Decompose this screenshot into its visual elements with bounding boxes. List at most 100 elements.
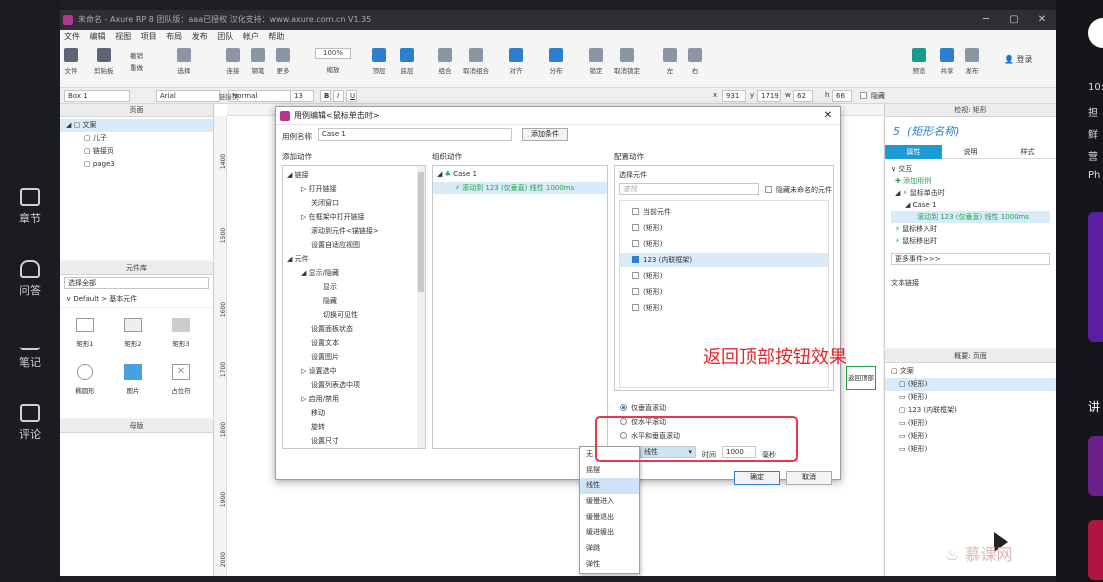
- comments-nav[interactable]: 评论: [8, 404, 52, 442]
- lock-button[interactable]: 锁定: [589, 48, 603, 75]
- zoom-control[interactable]: 100% 缩放: [315, 48, 351, 74]
- page-item[interactable]: ▢ page3: [66, 158, 213, 171]
- connect-button[interactable]: 连接: [226, 48, 240, 75]
- widget-search-input[interactable]: 查找: [619, 183, 759, 195]
- w-input[interactable]: 62: [793, 90, 813, 102]
- menu-view[interactable]: 视图: [115, 32, 131, 41]
- align-button[interactable]: 对齐: [509, 48, 523, 75]
- pen-button[interactable]: 钢笔: [251, 48, 265, 75]
- canvas-tab[interactable]: 链接页: [219, 91, 239, 101]
- anim-option-ease-in[interactable]: 缓慢进入: [580, 494, 639, 510]
- bring-top-button[interactable]: 顶层: [372, 48, 386, 75]
- widget-rect2[interactable]: 矩形2: [118, 318, 148, 348]
- italic-button[interactable]: I: [333, 90, 344, 102]
- widget-ellipse[interactable]: 椭圆形: [70, 364, 100, 395]
- menu-project[interactable]: 项目: [141, 32, 157, 41]
- outline-item[interactable]: ▭ (矩形): [891, 391, 1056, 404]
- widget-option[interactable]: 当前元件: [632, 207, 671, 217]
- bold-button[interactable]: B: [320, 90, 331, 102]
- action-item[interactable]: 显示: [323, 282, 337, 292]
- outline-item[interactable]: ▢ 文案: [891, 365, 1056, 378]
- outline-item[interactable]: ▭ (矩形): [891, 417, 1056, 430]
- menu-publish[interactable]: 发布: [192, 32, 208, 41]
- promo-card[interactable]: [1088, 436, 1103, 496]
- anim-option-bounce[interactable]: 弹跳: [580, 541, 639, 557]
- action-item[interactable]: 滚动到元件<锚链接>: [311, 226, 379, 236]
- page-item[interactable]: ▢ 链接页: [66, 145, 213, 158]
- action-item[interactable]: 设置尺寸: [311, 436, 339, 446]
- ungroup-button[interactable]: 取消组合: [463, 48, 489, 75]
- interaction-section[interactable]: ∨ 交互: [891, 163, 1050, 175]
- share-button[interactable]: 共享: [940, 48, 954, 75]
- widget-option[interactable]: (矩形): [632, 239, 662, 249]
- action-scrollbar[interactable]: [417, 166, 425, 448]
- widget-name-field[interactable]: 5 (矩形名称): [885, 117, 1056, 145]
- widget-option[interactable]: (矩形): [632, 303, 662, 313]
- send-bottom-button[interactable]: 底层: [400, 48, 414, 75]
- action-item[interactable]: ▷ 设置选中: [301, 366, 337, 376]
- action-item[interactable]: 移动: [311, 408, 325, 418]
- outline-item[interactable]: ▢ (矩形): [885, 378, 1056, 391]
- widget-option[interactable]: (矩形): [632, 271, 662, 281]
- action-item[interactable]: ▷ 在框架中打开链接: [301, 212, 365, 222]
- case-node[interactable]: ◢ Case 1: [891, 199, 1050, 211]
- publish-button[interactable]: 发布: [965, 48, 979, 75]
- left-button[interactable]: 左: [663, 48, 677, 75]
- widget-option-selected[interactable]: 123 (内联框架): [620, 253, 828, 267]
- widget-placeholder[interactable]: ✕ 占位符: [166, 364, 196, 395]
- anim-option-swing[interactable]: 摇摆: [580, 463, 639, 479]
- action-item[interactable]: ▷ 打开链接: [301, 184, 337, 194]
- menu-account[interactable]: 帐户: [243, 32, 259, 41]
- dialog-close-icon[interactable]: ✕: [824, 107, 832, 125]
- promo-card[interactable]: [1088, 520, 1103, 580]
- action-item[interactable]: 旋转: [311, 422, 325, 432]
- action-item[interactable]: 设置图片: [311, 352, 339, 362]
- action-item[interactable]: 设置自适应视图: [311, 240, 360, 250]
- menu-team[interactable]: 团队: [217, 32, 233, 41]
- widget-option[interactable]: (矩形): [632, 287, 662, 297]
- preview-button[interactable]: 预览: [912, 48, 926, 75]
- avatar[interactable]: [1088, 18, 1103, 48]
- back-to-top-widget[interactable]: 返回顶部: [846, 366, 876, 390]
- unlock-button[interactable]: 取消锁定: [614, 48, 640, 75]
- event-mouse-enter[interactable]: ⚡ 鼠标移入时: [891, 223, 1050, 235]
- y-input[interactable]: 1719: [757, 90, 781, 102]
- widget-rect3[interactable]: 矩形3: [166, 318, 196, 348]
- action-item[interactable]: 设置列表选中项: [311, 380, 360, 390]
- qa-nav[interactable]: 问答: [8, 260, 52, 298]
- more-button[interactable]: 更多: [276, 48, 290, 75]
- menu-file[interactable]: 文件: [64, 32, 80, 41]
- clipboard-button[interactable]: 剪贴板: [94, 48, 114, 75]
- notes-nav[interactable]: 笔记: [8, 332, 52, 370]
- redo-button[interactable]: 重做: [130, 62, 143, 72]
- action-group-widget[interactable]: ◢ 元件: [287, 254, 309, 264]
- case-action-row[interactable]: ⚡ 滚动到 123 (仅垂直) 线性 1000ms: [433, 182, 607, 194]
- case-name-input[interactable]: Case 1: [318, 128, 512, 141]
- underline-button[interactable]: U: [346, 90, 357, 102]
- more-events-select[interactable]: 更多事件>>>: [891, 253, 1050, 265]
- add-case-link[interactable]: ✚ 添加用例: [891, 175, 1050, 187]
- distribute-button[interactable]: 分布: [549, 48, 563, 75]
- case-node[interactable]: ◢ ♣ Case 1: [437, 170, 477, 178]
- close-icon[interactable]: ✕: [1028, 10, 1056, 30]
- font-size-selector[interactable]: 13: [290, 90, 314, 102]
- tab-style[interactable]: 样式: [999, 145, 1056, 159]
- h-input[interactable]: 66: [832, 90, 852, 102]
- minimize-icon[interactable]: ─: [972, 10, 1000, 30]
- outline-item[interactable]: ▭ (矩形): [891, 430, 1056, 443]
- action-item[interactable]: 切换可见性: [323, 310, 358, 320]
- scroll-vertical-radio[interactable]: 仅垂直滚动: [620, 403, 666, 413]
- anim-option-ease-in-out[interactable]: 缓进缓出: [580, 525, 639, 541]
- font-selector[interactable]: Arial: [156, 90, 220, 102]
- page-item[interactable]: ◢ ▢ 文案: [60, 119, 213, 132]
- tab-properties[interactable]: 属性: [885, 145, 942, 159]
- maximize-icon[interactable]: ▢: [1000, 10, 1028, 30]
- action-item[interactable]: 关闭窗口: [311, 198, 339, 208]
- library-group[interactable]: ∨ Default > 基本元件: [60, 291, 213, 308]
- widget-option[interactable]: (矩形): [632, 223, 662, 233]
- action-item[interactable]: 设置面板状态: [311, 324, 353, 334]
- menu-layout[interactable]: 布局: [166, 32, 182, 41]
- undo-button[interactable]: 撤销: [130, 50, 143, 60]
- widget-selector[interactable]: Box 1: [64, 90, 130, 102]
- zoom-value[interactable]: 100%: [315, 48, 351, 59]
